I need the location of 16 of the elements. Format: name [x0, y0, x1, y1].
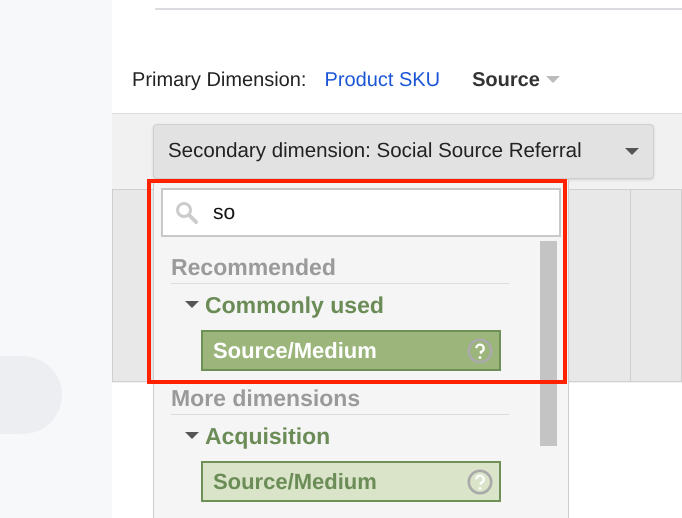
group-toggle[interactable]: Commonly used — [185, 291, 509, 319]
expanded-caret-icon — [185, 432, 199, 440]
help-icon[interactable] — [467, 468, 493, 494]
secondary-dimension-button[interactable]: Secondary dimension: Social Source Referral — [153, 124, 654, 179]
section-heading: More dimensions — [171, 384, 509, 415]
group-toggle[interactable]: Acquisition — [185, 422, 509, 450]
caret-icon — [625, 148, 639, 156]
primary-dimension-label: Primary Dimension: — [132, 68, 306, 93]
expanded-caret-icon — [185, 301, 199, 309]
section-heading: Recommended — [171, 253, 509, 284]
dimension-option[interactable]: Product SKU — [324, 65, 440, 95]
dimension-option[interactable]: Source — [472, 65, 560, 95]
caret-icon — [546, 76, 560, 84]
help-icon[interactable] — [467, 338, 493, 364]
search-icon — [175, 201, 199, 225]
search-field[interactable]: so — [161, 188, 561, 237]
